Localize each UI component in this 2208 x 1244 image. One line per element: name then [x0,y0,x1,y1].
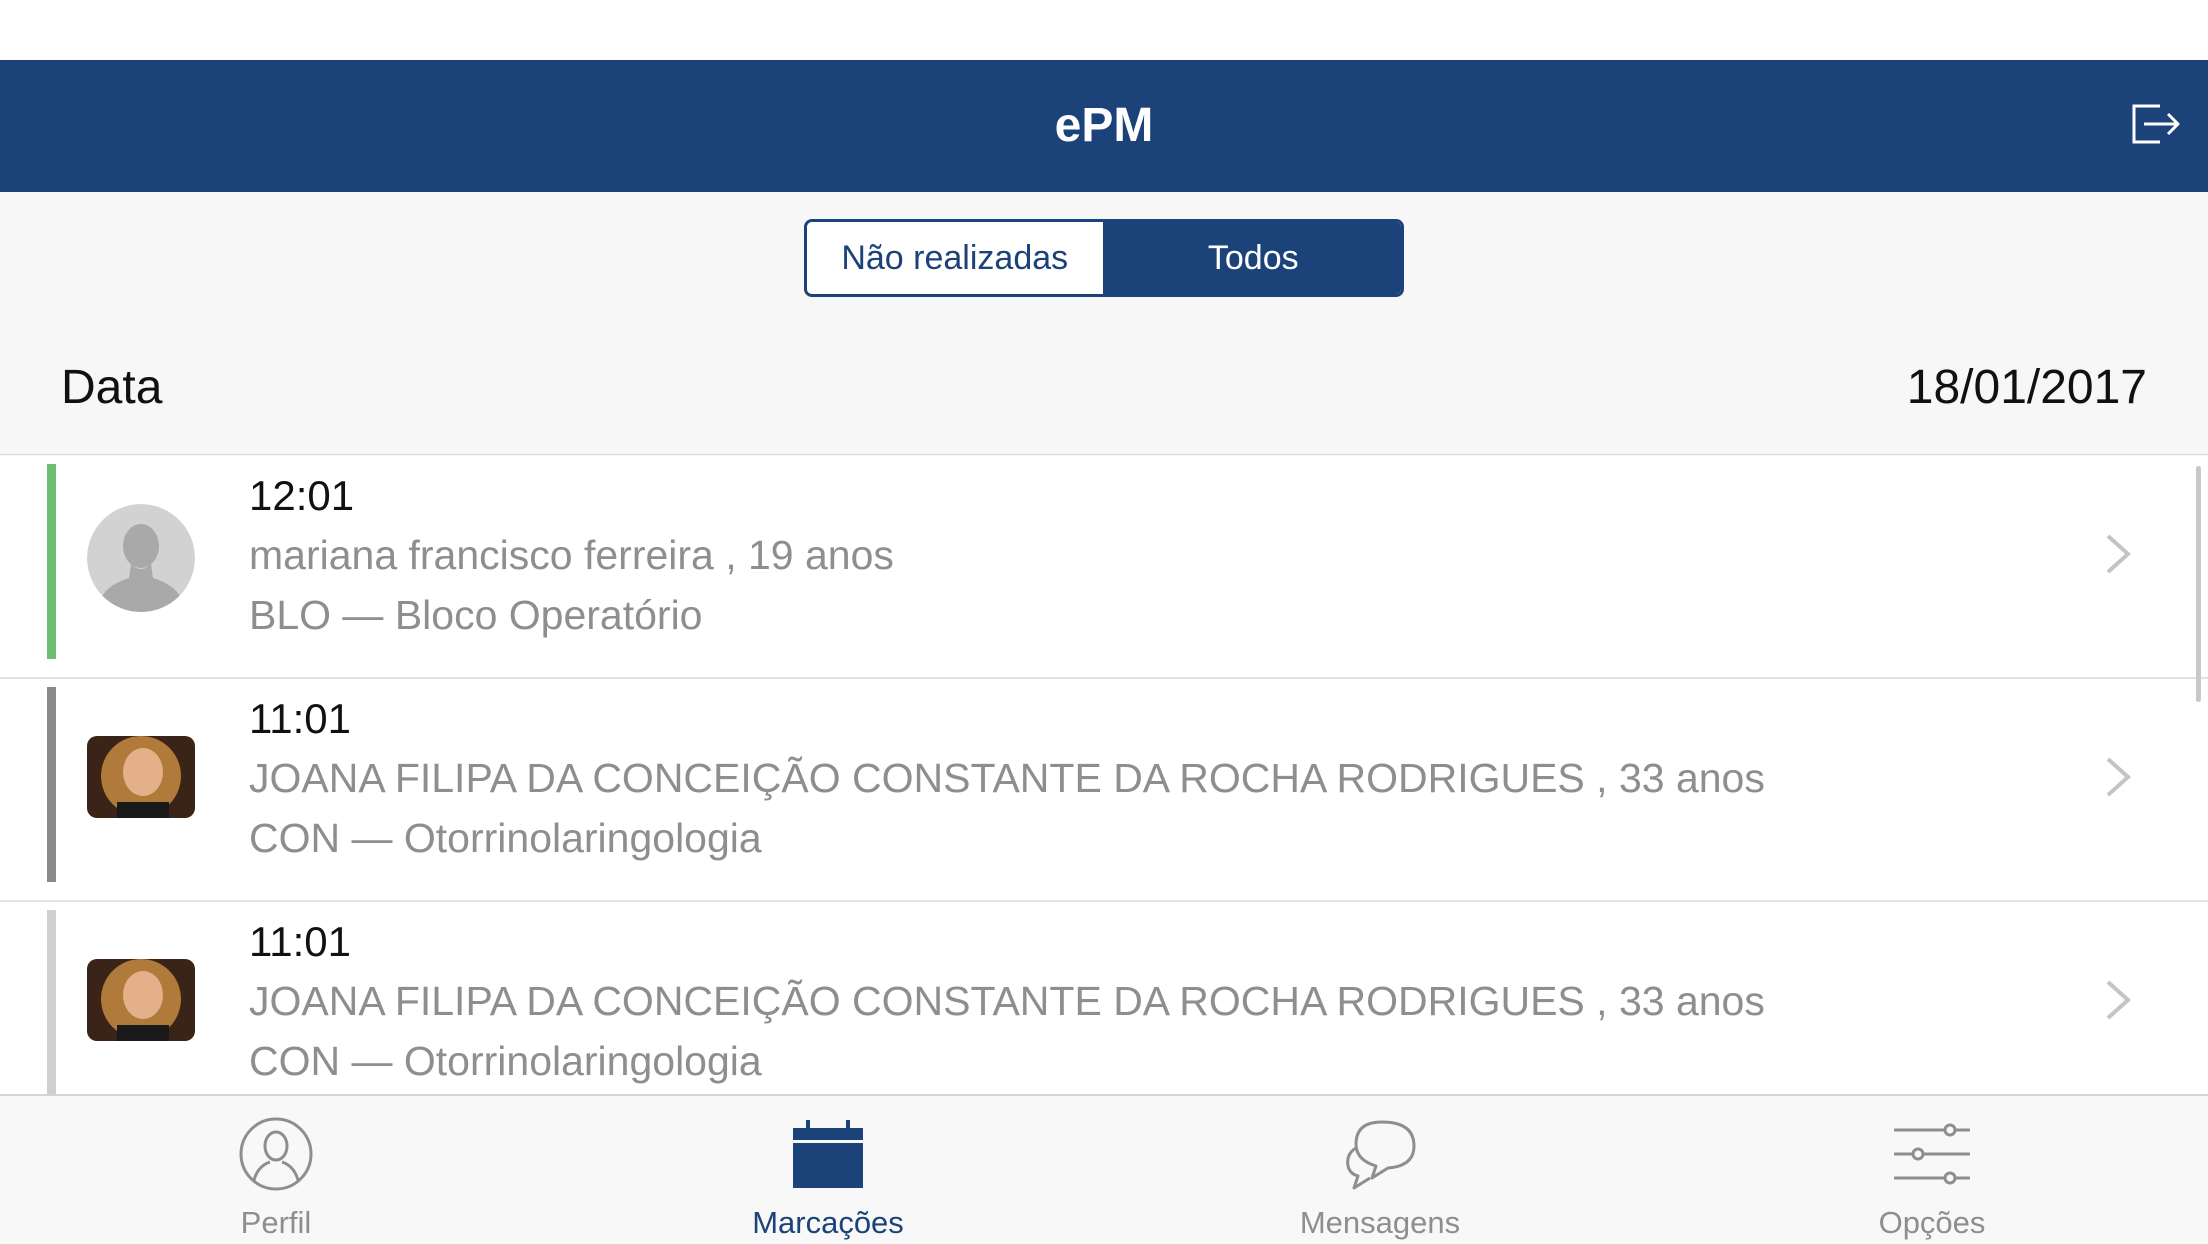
chevron-right-icon [2104,532,2134,576]
patient-photo [87,959,195,1041]
filter-area: Não realizadas Todos [0,192,2208,342]
placeholder-avatar-icon [87,504,195,612]
segment-nao-realizadas[interactable]: Não realizadas [807,222,1106,294]
tab-label: Mensagens [1299,1205,1461,1240]
segmented-control: Não realizadas Todos [804,219,1404,297]
scrollbar[interactable] [2196,466,2201,702]
chevron-right-icon [2104,978,2134,1022]
person-icon [238,1116,314,1192]
tab-mensagens[interactable]: Mensagens [1104,1096,1656,1244]
calendar-icon [790,1116,866,1192]
app-title: ePM [1054,99,1154,152]
patient-name: JOANA FILIPA DA CONCEIÇÃO CONSTANTE DA R… [249,978,1765,1024]
department: BLO — Bloco Operatório [249,592,703,638]
appointment-time: 12:01 [249,472,355,519]
appointment-row[interactable]: 11:01 JOANA FILIPA DA CONCEIÇÃO CONSTANT… [0,902,2208,1094]
patient-name: JOANA FILIPA DA CONCEIÇÃO CONSTANTE DA R… [249,755,1765,801]
appointment-row[interactable]: 12:01 mariana francisco ferreira , 19 an… [0,456,2208,679]
department: CON — Otorrinolaringologia [249,815,762,861]
navigation-bar: ePM [0,60,2208,192]
tab-label: Marcações [752,1205,904,1240]
status-bar [0,0,2208,60]
status-bar-indicator [47,910,56,1094]
status-bar-indicator [47,687,56,882]
tab-opcoes[interactable]: Opções [1656,1096,2208,1244]
appointment-row[interactable]: 11:01 JOANA FILIPA DA CONCEIÇÃO CONSTANT… [0,679,2208,902]
tab-perfil[interactable]: Perfil [0,1096,552,1244]
logout-icon[interactable] [2130,100,2182,148]
tab-bar: Perfil Marcações Mensagens Opções [0,1094,2208,1242]
chevron-right-icon [2104,755,2134,799]
chat-icon [1342,1116,1418,1192]
tab-label: Perfil [240,1205,312,1240]
sliders-icon [1894,1116,1970,1192]
date-value[interactable]: 18/01/2017 [1907,360,2147,415]
appointment-time: 11:01 [249,918,351,965]
patient-name: mariana francisco ferreira , 19 anos [249,532,894,578]
appointments-list: 12:01 mariana francisco ferreira , 19 an… [0,456,2208,1094]
tab-marcacoes[interactable]: Marcações [552,1096,1104,1244]
department: CON — Otorrinolaringologia [249,1038,762,1084]
status-bar-indicator [47,464,56,659]
tab-label: Opções [1878,1205,1986,1240]
segment-todos[interactable]: Todos [1105,222,1401,294]
date-label: Data [61,361,163,414]
patient-photo [87,736,195,818]
date-row[interactable]: Data 18/01/2017 [0,342,2208,455]
appointment-time: 11:01 [249,695,351,742]
